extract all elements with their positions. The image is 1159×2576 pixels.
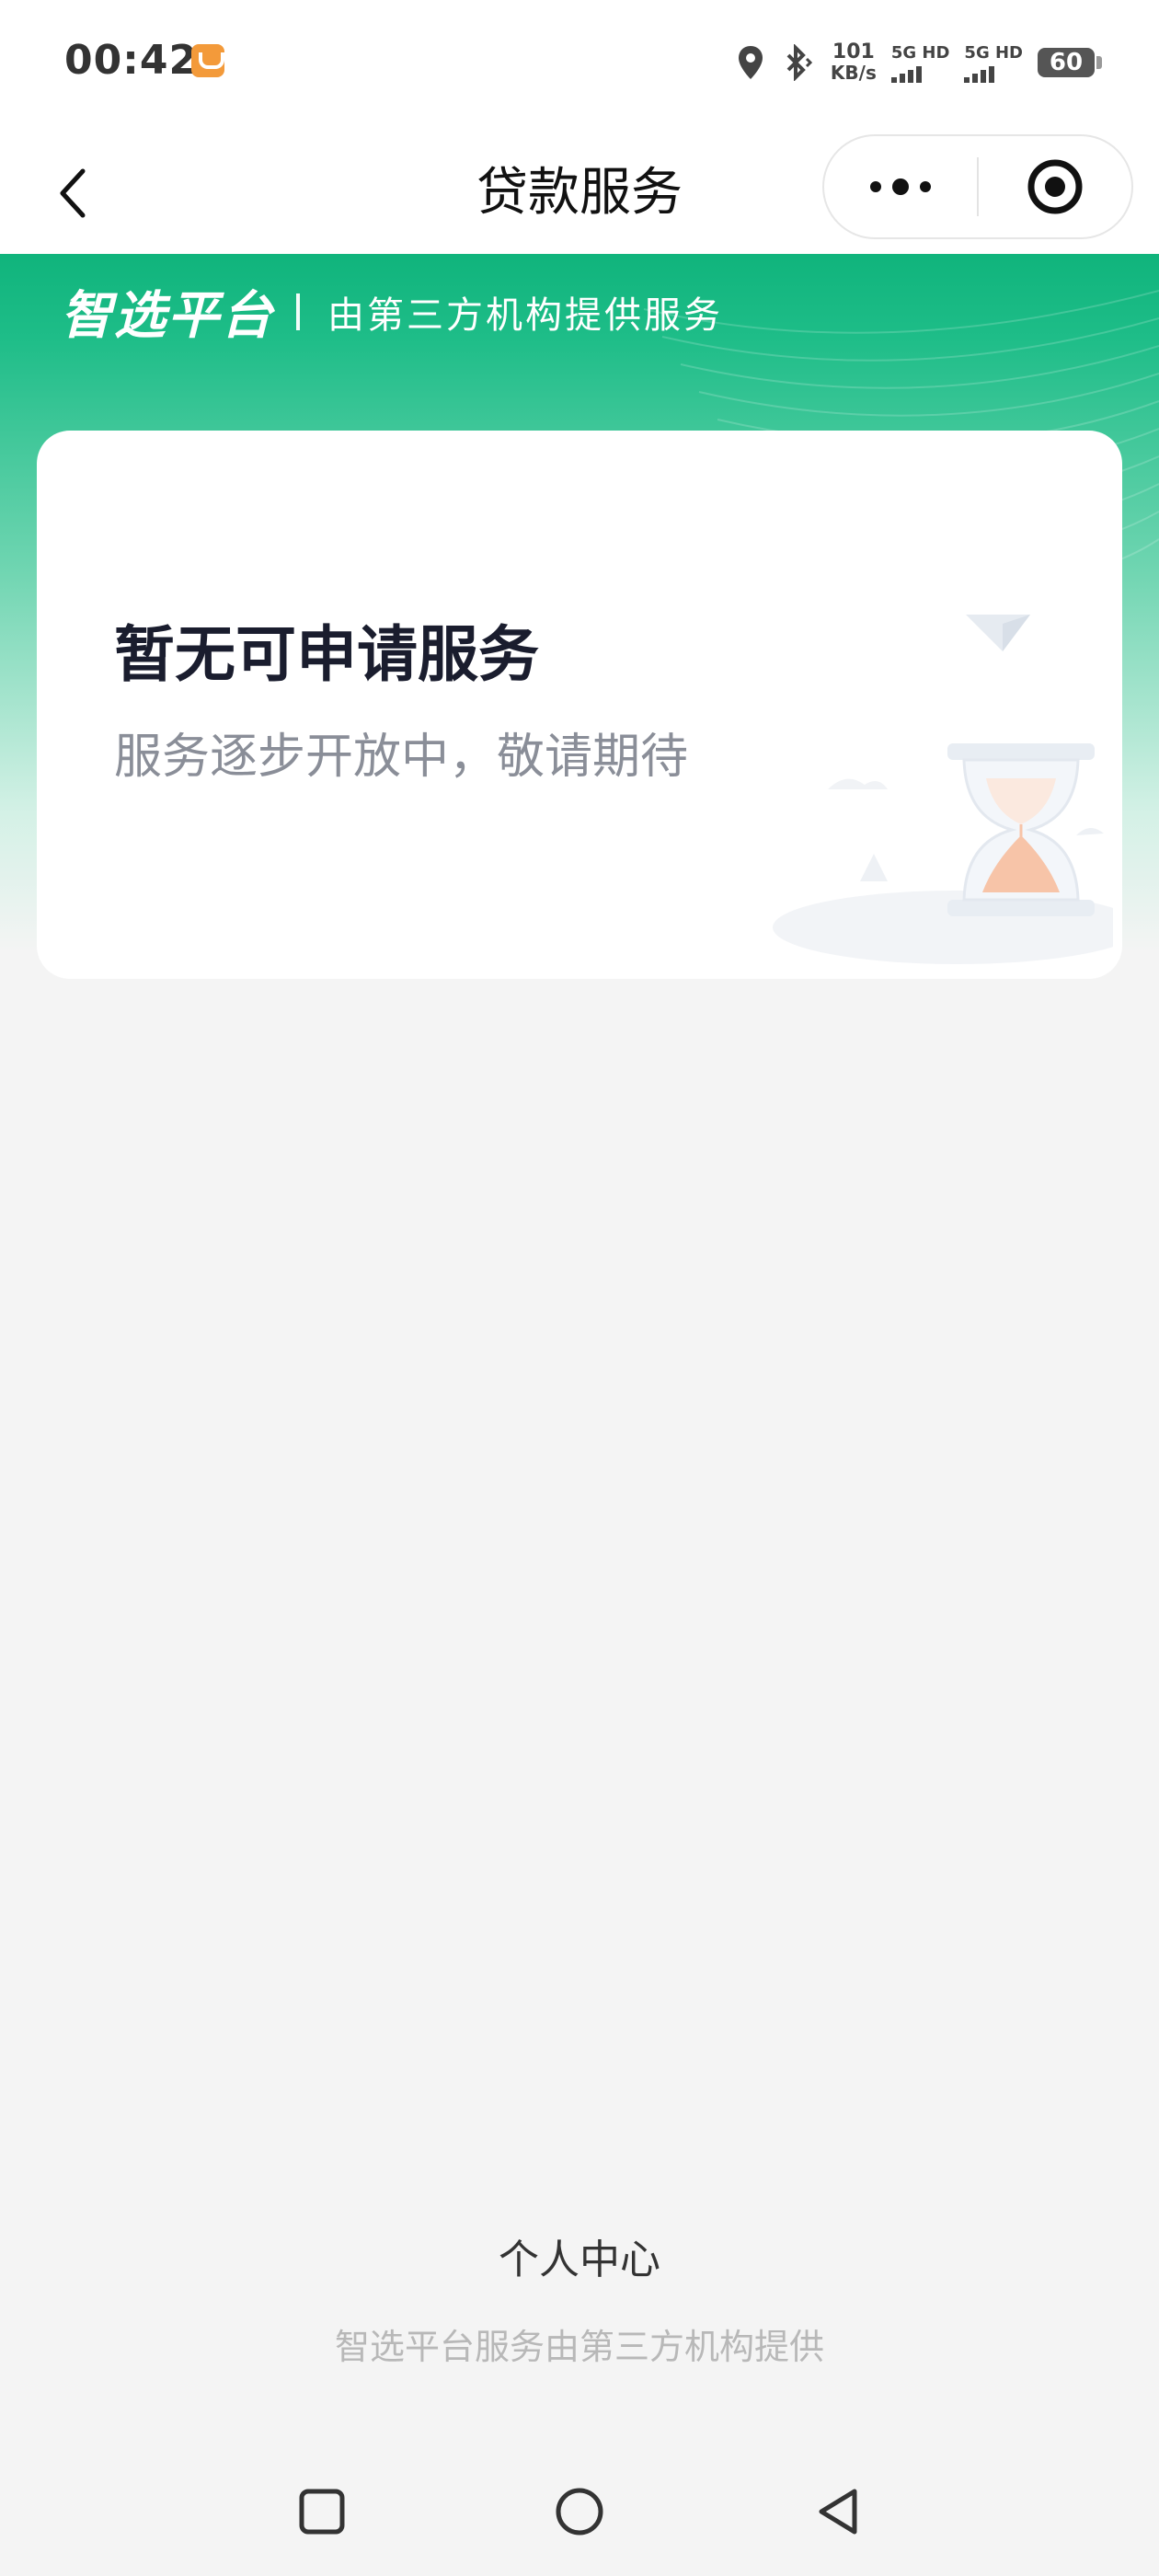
status-bar: 00:42 101 KB/s 5G HD 5G HD 60 <box>0 0 1159 129</box>
brand-separator <box>296 293 300 330</box>
app-notification-icon <box>191 44 224 77</box>
status-indicators: 101 KB/s 5G HD 5G HD 60 <box>737 37 1102 88</box>
signal-label-2: 5G HD <box>964 42 1023 63</box>
close-button[interactable] <box>979 136 1131 237</box>
footer-note: 智选平台服务由第三方机构提供 <box>334 2327 824 2367</box>
recent-apps-button[interactable] <box>290 2479 354 2544</box>
empty-subtitle: 服务逐步开放中，敬请期待 <box>114 730 689 785</box>
empty-state-card: 暂无可申请服务 服务逐步开放中，敬请期待 <box>37 431 1122 979</box>
signal-bars-icon <box>964 65 995 83</box>
signal-label-1: 5G HD <box>890 42 950 63</box>
target-close-icon <box>1027 159 1083 214</box>
signal-sim1: 5G HD <box>890 42 950 83</box>
status-time: 00:42 <box>64 37 199 84</box>
system-navigation-bar <box>0 2447 1159 2576</box>
system-back-button[interactable] <box>805 2479 869 2544</box>
location-icon <box>737 44 764 81</box>
home-button[interactable] <box>547 2479 612 2544</box>
circle-icon <box>556 2488 603 2536</box>
brand-name: 智选平台 <box>61 286 274 346</box>
navigation-bar: 贷款服务 <box>0 129 1159 254</box>
square-icon <box>299 2489 345 2535</box>
triangle-back-icon <box>819 2489 857 2535</box>
personal-center-link[interactable]: 个人中心 <box>0 2226 1159 2285</box>
more-button[interactable] <box>824 136 977 237</box>
speed-value: 101 <box>832 40 875 63</box>
signal-sim2: 5G HD <box>964 43 1023 83</box>
bluetooth-icon <box>779 44 816 81</box>
more-dots-icon <box>870 178 931 195</box>
brand-header: 智选平台 由第三方机构提供服务 <box>61 274 723 349</box>
mini-program-capsule <box>822 134 1133 239</box>
battery-level: 60 <box>1049 49 1084 76</box>
empty-title: 暂无可申请服务 <box>114 619 539 690</box>
hourglass-illustration-icon <box>773 615 1113 964</box>
brand-tagline: 由第三方机构提供服务 <box>327 293 723 337</box>
network-speed: 101 KB/s <box>830 40 877 84</box>
battery-icon: 60 <box>1038 48 1102 77</box>
signal-bars-icon <box>890 65 922 83</box>
speed-unit: KB/s <box>830 62 877 84</box>
